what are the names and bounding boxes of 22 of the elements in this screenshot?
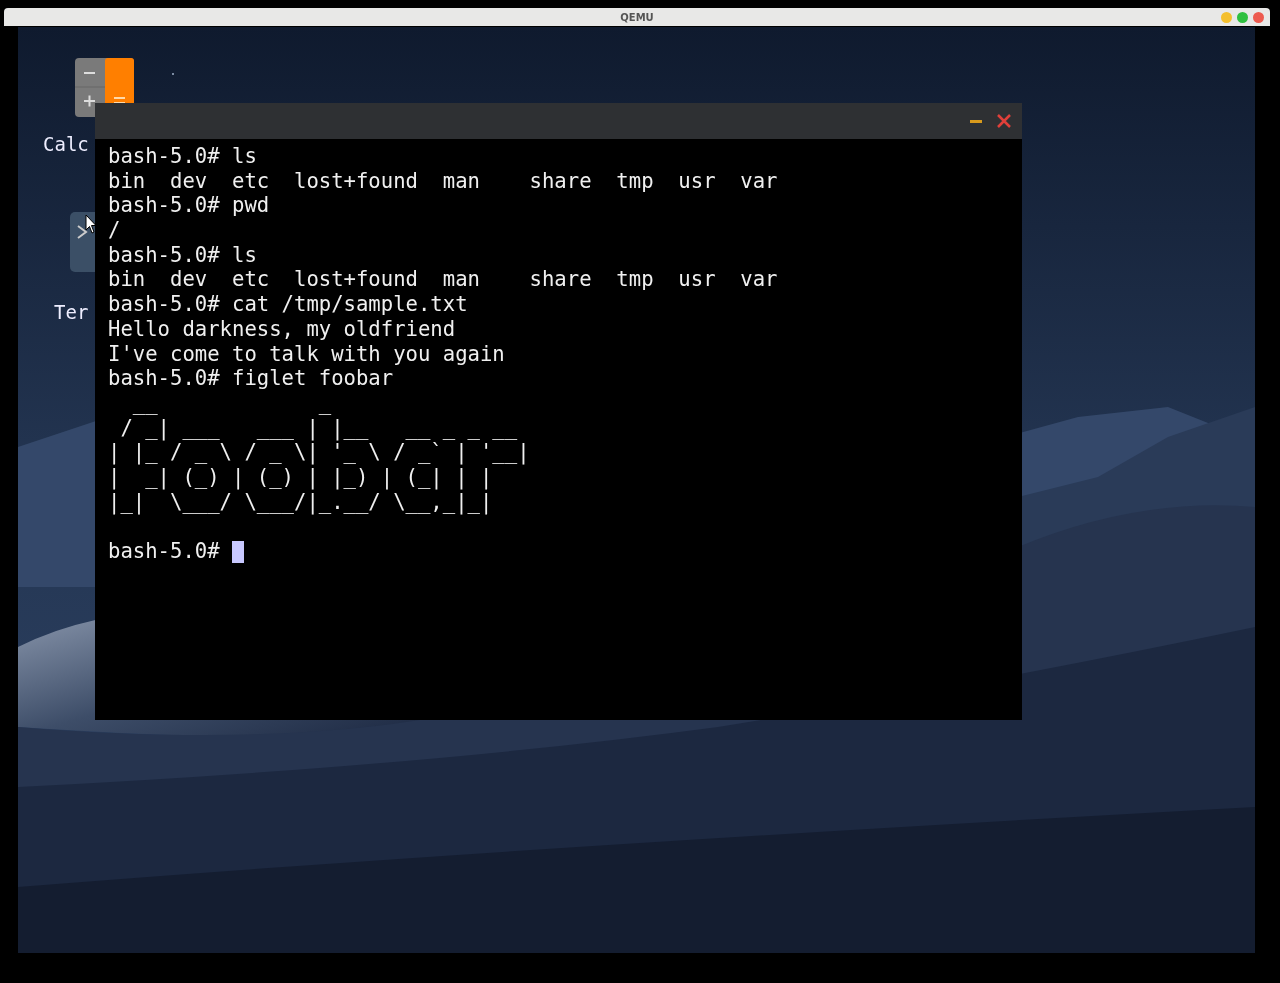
maximize-button[interactable] [1237,12,1248,23]
terminal-line: I've come to talk with you again [108,341,505,367]
shell-prompt: bash-5.0# [108,539,220,564]
terminal-line: bash-5.0# ls [108,242,257,268]
window-title: QEMU [620,11,654,23]
close-button[interactable] [1253,12,1264,23]
ascii-art-line: __ _ [131,390,332,416]
terminal-line: bash-5.0# pwd [108,193,270,219]
terminal-line: Hello darkness, my oldfriend [108,316,456,342]
close-button[interactable] [996,113,1012,129]
terminal-line: bash-5.0# cat /tmp/sample.txt [108,292,468,317]
terminal-line: bin dev etc lost+found man share tmp usr var [108,267,778,293]
terminal-line: bash-5.0# figlet foobar [108,366,394,391]
ascii-art-line: | _| (_) | (_) | |_) | (_| | | [108,464,493,490]
terminal-line: bin dev etc lost+found man share tmp usr var [108,168,778,194]
terminal-line: bash-5.0# ls [108,144,257,169]
icon-label: Calc [43,133,89,155]
ascii-art-line: | |_ / _ \ / _ \| '_ \ / _` | '__| [108,440,530,465]
ascii-art-line: / _| ___ ___ | |__ __ _ _ __ [119,415,518,441]
terminal-line: / [108,218,121,243]
icon-label: Ter [54,301,89,323]
ascii-art-line: |_| \___/ \___/|_.__/ \__,_|_| [108,489,493,515]
